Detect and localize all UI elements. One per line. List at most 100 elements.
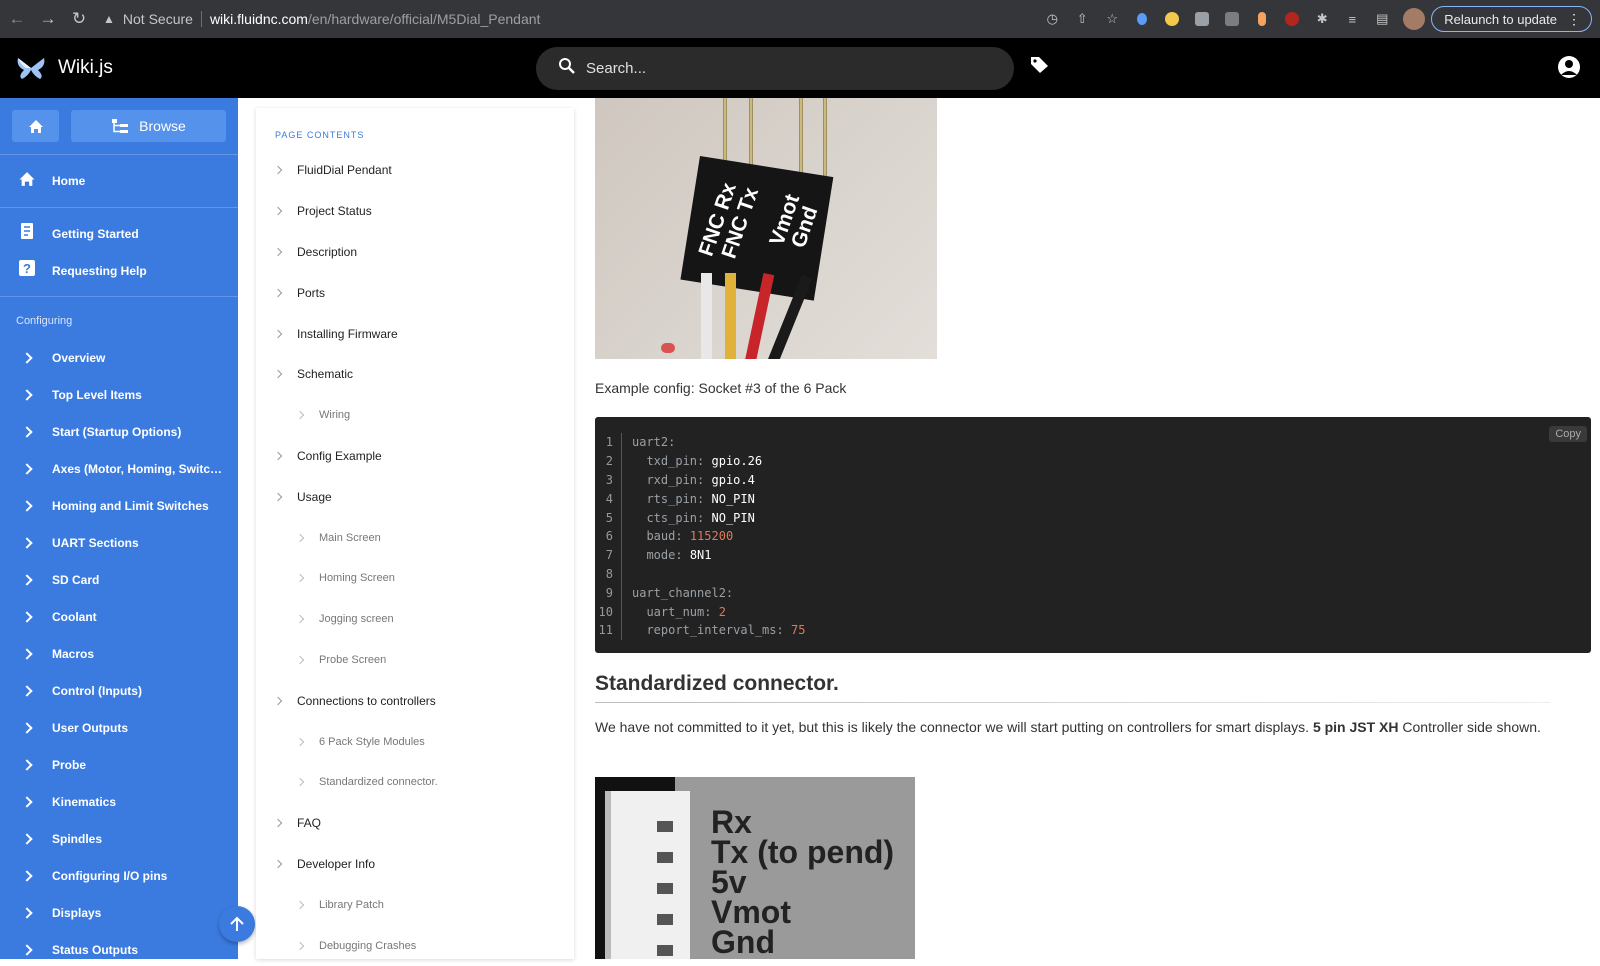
extension-zip-icon[interactable] (1221, 8, 1243, 30)
toc-item[interactable]: 6 Pack Style Modules (256, 721, 574, 762)
sidebar-item-config[interactable]: Configuring I/O pins (0, 857, 238, 894)
home-icon (28, 119, 43, 133)
sidebar-section-header: Configuring (16, 315, 73, 327)
toc-item[interactable]: Wiring (256, 395, 574, 436)
sidebar-home-button[interactable] (12, 110, 59, 142)
toc-item-label: Description (297, 244, 358, 259)
toc-item[interactable]: Library Patch (256, 884, 574, 925)
toc-item[interactable]: Debugging Crashes (256, 925, 574, 966)
back-icon[interactable]: ← (3, 5, 31, 33)
sidebar-item-config[interactable]: User Outputs (0, 709, 238, 746)
sidebar-item-label: Kinematics (52, 794, 117, 809)
chevron-right-icon (0, 645, 52, 663)
toc-item[interactable]: Probe Screen (256, 640, 574, 681)
ublock-icon[interactable] (1281, 8, 1303, 30)
sidebar-item-config[interactable]: SD Card (0, 561, 238, 598)
toc-item[interactable]: Standardized connector. (256, 762, 574, 803)
toc-item[interactable]: FAQ (256, 803, 574, 844)
relaunch-button[interactable]: Relaunch to update ⋮ (1431, 6, 1592, 32)
yellow-wire (725, 273, 736, 359)
code-line: 1 uart2: (595, 433, 1591, 452)
toc-item[interactable]: Schematic (256, 354, 574, 395)
sidebar-item-label: Configuring I/O pins (52, 868, 168, 883)
toc-item-label: 6 Pack Style Modules (319, 735, 425, 748)
code-line: 7 mode: 8N1 (595, 545, 1591, 565)
bookmark-star-icon[interactable]: ☆ (1101, 8, 1123, 30)
code-line: 6 baud: 115200 (595, 526, 1591, 546)
account-icon[interactable] (1558, 56, 1580, 78)
forward-icon[interactable]: → (34, 5, 62, 33)
toc-item-label: Usage (297, 489, 332, 504)
wikijs-logo-icon[interactable] (16, 55, 46, 81)
browse-button[interactable]: Browse (71, 110, 226, 142)
performance-icon[interactable]: ◷ (1041, 8, 1063, 30)
toc-item[interactable]: Main Screen (256, 517, 574, 558)
toc-item[interactable]: Connections to controllers (256, 680, 574, 721)
sidebar-item-config[interactable]: Overview (0, 339, 238, 376)
sidebar-item-config[interactable]: Displays (0, 894, 238, 931)
search-input[interactable] (586, 60, 966, 77)
toc-item[interactable]: Config Example (256, 436, 574, 477)
sidebar-item-getting-started[interactable]: Getting Started (0, 215, 238, 252)
search-box[interactable] (536, 47, 1014, 90)
sidebar-item-config[interactable]: Status Outputs (0, 931, 238, 959)
chevron-right-icon (0, 386, 52, 404)
chevron-right-icon (295, 900, 305, 909)
reload-icon[interactable]: ↻ (65, 5, 93, 33)
code-key: rts_pin (646, 491, 698, 506)
sidebar-item-label: SD Card (52, 572, 100, 587)
toc-item[interactable]: Description (256, 232, 574, 273)
chevron-right-icon (0, 756, 52, 774)
toc-item[interactable]: Developer Info (256, 844, 574, 885)
sidebar-item-config[interactable]: Top Level Items (0, 376, 238, 413)
toc-item-label: Main Screen (319, 531, 381, 544)
chevron-right-icon (295, 614, 305, 624)
chevron-right-icon (273, 696, 283, 705)
toc-item-label: Probe Screen (319, 653, 387, 666)
sidebar-item-config[interactable]: Start (Startup Options) (0, 413, 238, 450)
toc-item[interactable]: Jogging screen (256, 599, 574, 640)
sidebar-item-config[interactable]: Kinematics (0, 783, 238, 820)
tags-icon[interactable] (1030, 56, 1050, 79)
scroll-to-top-button[interactable] (219, 906, 255, 942)
code-key: txd_pin (646, 454, 698, 469)
sidebar-item-config[interactable]: Axes (Motor, Homing, Switche... (0, 450, 238, 487)
chevron-right-icon (295, 533, 305, 542)
sidebar-item-config[interactable]: Homing and Limit Switches (0, 487, 238, 524)
toc-item[interactable]: Usage (256, 476, 574, 517)
toc-item[interactable]: Project Status (256, 191, 574, 232)
chevron-right-icon (273, 451, 283, 461)
code-value: 2 (718, 604, 726, 619)
chevron-right-icon (0, 830, 52, 848)
sidebar-item-requesting-help[interactable]: ? Requesting Help (0, 252, 238, 289)
sidebar-item-config[interactable]: Spindles (0, 820, 238, 857)
sidebar-item-home[interactable]: Home (0, 155, 238, 207)
address-bar[interactable]: ▲ Not Secure wiki.fluidnc.com/en/hardwar… (103, 5, 540, 33)
toc-item[interactable]: Installing Firmware (256, 313, 574, 354)
toc-item[interactable]: FluidDial Pendant (256, 150, 574, 191)
sidebar-item-config[interactable]: Control (Inputs) (0, 672, 238, 709)
code-line: 9 uart_channel2: (595, 583, 1591, 603)
extension-pin-icon[interactable] (1131, 8, 1153, 30)
reading-list-icon[interactable]: ≡ (1341, 8, 1363, 30)
kebab-menu-icon[interactable]: ⋮ (1567, 11, 1581, 28)
side-panel-icon[interactable]: ▤ (1371, 8, 1393, 30)
extension-compass-icon[interactable] (1161, 8, 1183, 30)
toc-item-label: FAQ (297, 816, 322, 831)
code-key: baud (646, 529, 676, 544)
site-name[interactable]: Wiki.js (58, 57, 113, 79)
toc-item-label: Installing Firmware (297, 326, 398, 341)
extension-a-icon[interactable] (1191, 8, 1213, 30)
toc-item[interactable]: Homing Screen (256, 558, 574, 599)
sidebar-item-config[interactable]: Probe (0, 746, 238, 783)
sidebar-item-config[interactable]: Macros (0, 635, 238, 672)
sidebar-item-config[interactable]: Coolant (0, 598, 238, 635)
share-icon[interactable]: ⇧ (1071, 8, 1093, 30)
help-icon: ? (0, 259, 52, 282)
url-separator (200, 11, 202, 27)
extension-bottle-icon[interactable] (1251, 8, 1273, 30)
toc-item[interactable]: Ports (256, 272, 574, 313)
sidebar-item-config[interactable]: UART Sections (0, 524, 238, 561)
profile-avatar[interactable] (1403, 8, 1426, 30)
extensions-puzzle-icon[interactable]: ✱ (1311, 8, 1333, 30)
